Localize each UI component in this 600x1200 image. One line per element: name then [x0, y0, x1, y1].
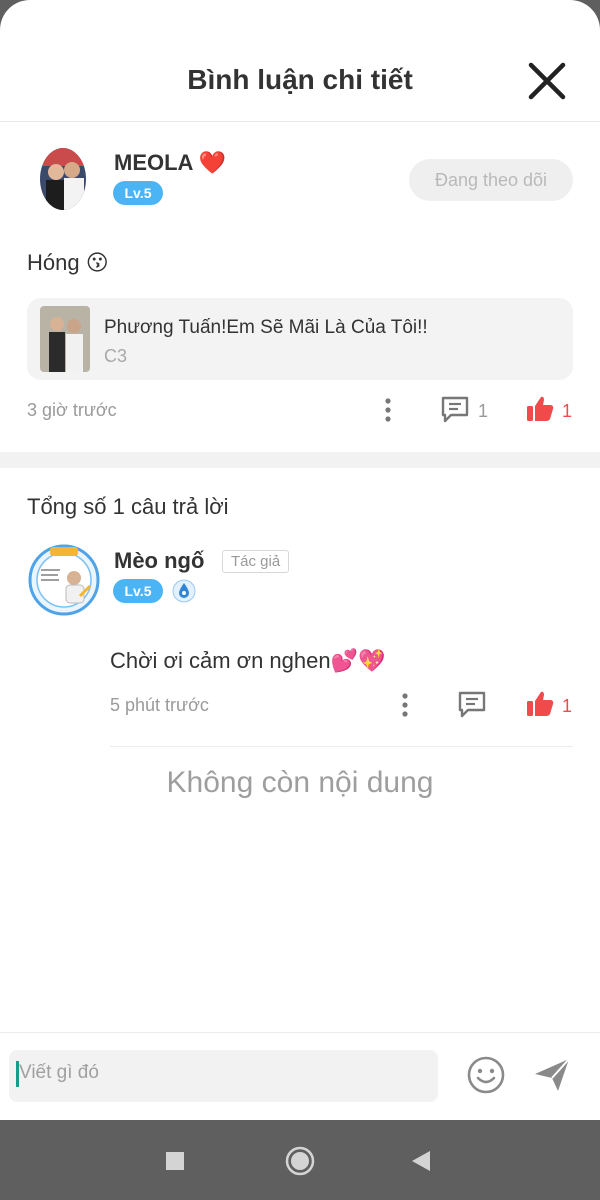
header: Bình luận chi tiết: [0, 0, 600, 122]
quoted-chapter-title: Phương Tuấn!Em Sẽ Mãi Là Của Tôi!!: [104, 317, 428, 338]
post-timestamp: 3 giờ trước: [27, 400, 117, 420]
nav-back-button[interactable]: [410, 1149, 432, 1173]
reply-divider: [110, 746, 573, 747]
reply-like-button[interactable]: [525, 689, 555, 719]
comment-icon: [441, 396, 469, 423]
reply-author-avatar[interactable]: [28, 544, 100, 616]
post-like-count: 1: [562, 401, 573, 421]
quoted-chapter-card[interactable]: Phương Tuấn!Em Sẽ Mãi Là Của Tôi!! C3: [27, 298, 573, 380]
send-icon: [535, 1058, 570, 1091]
post-comment-text: Hóng 😗: [27, 250, 109, 275]
nav-home-button[interactable]: [284, 1145, 316, 1177]
reply-more-button[interactable]: [395, 691, 415, 719]
end-of-content-message: Không còn nội dung: [166, 766, 434, 799]
comment-detail-sheet: Bình luận chi tiết MEOLA ❤️ Lv.5 Đang th…: [0, 0, 600, 1120]
replies-total-label: Tổng số 1 câu trả lời: [27, 494, 229, 519]
emoji-icon: [467, 1056, 505, 1094]
text-caret: [16, 1061, 19, 1087]
reply-author-name[interactable]: Mèo ngố: [114, 548, 204, 574]
comment-input[interactable]: [9, 1050, 438, 1102]
post-author-avatar[interactable]: [40, 148, 86, 210]
follow-button[interactable]: Đang theo dõi: [409, 159, 573, 201]
close-icon: [528, 62, 566, 100]
reply-like-count: 1: [562, 696, 573, 716]
composer-divider: [0, 1032, 600, 1033]
more-vertical-icon: [385, 398, 391, 422]
post-like-button[interactable]: [525, 394, 555, 424]
post-author-name[interactable]: MEOLA ❤️: [114, 150, 226, 176]
section-divider: [0, 452, 600, 468]
thumbs-up-icon: [527, 691, 554, 716]
page-title: Bình luận chi tiết: [187, 64, 413, 95]
emoji-button[interactable]: [466, 1055, 506, 1095]
reply-text: Chời ơi cảm ơn nghen💕💖: [110, 648, 386, 673]
vip-drop-icon: [172, 579, 196, 603]
reply-author-vip-badge: [172, 579, 196, 603]
nav-home-icon: [285, 1146, 315, 1176]
post-more-button[interactable]: [378, 396, 398, 424]
nav-back-icon: [412, 1151, 430, 1171]
chapter-thumbnail: [40, 306, 90, 372]
thumbs-up-icon: [527, 396, 554, 421]
more-vertical-icon: [402, 693, 408, 717]
nav-recent-icon: [166, 1152, 184, 1170]
post-reply-count: 1: [478, 401, 489, 421]
comment-icon: [458, 691, 486, 718]
post-reply-button[interactable]: [440, 394, 470, 424]
quoted-chapter-subtitle: C3: [104, 346, 128, 366]
nav-recent-button[interactable]: [165, 1151, 185, 1171]
system-navigation-bar: [0, 1120, 600, 1200]
close-button[interactable]: [524, 58, 570, 104]
send-button[interactable]: [532, 1056, 572, 1094]
reply-timestamp: 5 phút trước: [110, 695, 209, 715]
post-author-level-badge: Lv.5: [113, 181, 163, 205]
reply-reply-button[interactable]: [457, 689, 487, 719]
author-tag-badge: Tác giả: [222, 550, 290, 573]
reply-author-level-badge: Lv.5: [113, 579, 163, 603]
